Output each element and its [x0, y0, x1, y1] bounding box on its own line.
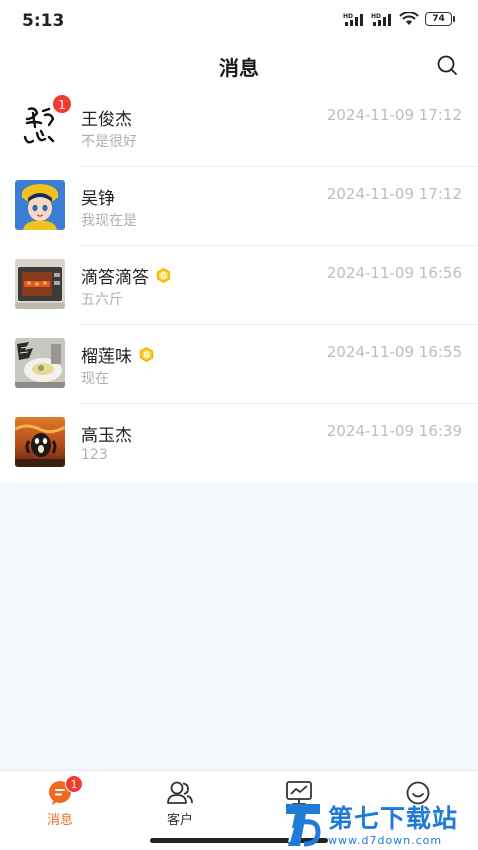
list-item[interactable]: 1 王俊杰 2024-11-09 17:12 不是很好 [0, 88, 478, 167]
message-time: 2024-11-09 16:39 [326, 422, 462, 440]
message-preview: 不是很好 [81, 134, 137, 150]
svg-text:HD: HD [371, 13, 381, 20]
name-row: 高玉杰 [81, 421, 132, 446]
status-time: 5:13 [22, 11, 65, 31]
watermark: 第七下载站 www.d7down.com [282, 800, 478, 850]
battery-icon: 74 [425, 12, 455, 26]
name-row: 榴莲味 G [81, 342, 155, 367]
contact-name: 滴答滴答 [81, 268, 149, 288]
signal-icon: HD [343, 13, 363, 26]
contact-name: 王俊杰 [81, 110, 132, 130]
tab-badge: 1 [65, 775, 83, 793]
page-title: 消息 [219, 56, 259, 80]
customers-icon [166, 779, 194, 807]
unread-badge: 1 [52, 94, 72, 114]
message-time: 2024-11-09 16:56 [326, 264, 462, 282]
avatar [15, 180, 65, 230]
battery-level: 74 [432, 14, 445, 24]
signal-icon-2: HD [371, 13, 391, 26]
svg-text:G: G [143, 351, 149, 360]
message-preview: 123 [81, 447, 108, 463]
message-preview: 五六斤 [81, 292, 123, 308]
message-icon: 1 [46, 775, 83, 807]
list-item[interactable]: 高玉杰 2024-11-09 16:39 123 [0, 404, 478, 483]
tab-customers[interactable]: 客户 [140, 779, 220, 829]
status-icons: HD HD 74 [343, 12, 455, 26]
status-bar: 5:13 HD HD 74 [0, 0, 478, 42]
message-time: 2024-11-09 17:12 [326, 106, 462, 124]
message-time: 2024-11-09 16:55 [326, 343, 462, 361]
wifi-icon [399, 12, 419, 25]
list-item[interactable]: 吴铮 2024-11-09 17:12 我现在是 [0, 167, 478, 246]
message-preview: 现在 [81, 371, 109, 387]
avatar [15, 259, 65, 309]
watermark-text: 第七下载站 www.d7down.com [328, 804, 458, 847]
vip-badge-icon: G [139, 346, 154, 363]
contact-name: 榴莲味 [81, 347, 132, 367]
name-row: 吴铮 [81, 184, 115, 209]
message-time: 2024-11-09 17:12 [326, 185, 462, 203]
name-row: 王俊杰 [81, 105, 132, 130]
message-list: 1 王俊杰 2024-11-09 17:12 不是很好 吴铮 2024-11-0… [0, 88, 478, 483]
search-button[interactable] [434, 52, 460, 78]
tab-label: 客户 [166, 813, 193, 828]
svg-text:G: G [160, 272, 166, 281]
svg-text:HD: HD [343, 13, 353, 20]
header: 消息 [0, 42, 478, 88]
avatar [15, 338, 65, 388]
avatar [15, 417, 65, 467]
contact-name: 吴铮 [81, 189, 115, 209]
watermark-title: 第七下载站 [328, 803, 459, 833]
tab-messages[interactable]: 1 消息 [20, 775, 100, 829]
watermark-url: www.d7down.com [328, 833, 443, 847]
message-preview: 我现在是 [81, 213, 137, 229]
list-item[interactable]: 榴莲味 G 2024-11-09 16:55 现在 [0, 325, 478, 404]
name-row: 滴答滴答 G [81, 263, 172, 288]
watermark-logo-icon [286, 804, 321, 847]
search-icon [437, 55, 457, 75]
tab-label: 消息 [46, 813, 73, 828]
vip-badge-icon: G [156, 267, 171, 284]
list-item[interactable]: 滴答滴答 G 2024-11-09 16:56 五六斤 [0, 246, 478, 325]
contact-name: 高玉杰 [81, 426, 132, 446]
